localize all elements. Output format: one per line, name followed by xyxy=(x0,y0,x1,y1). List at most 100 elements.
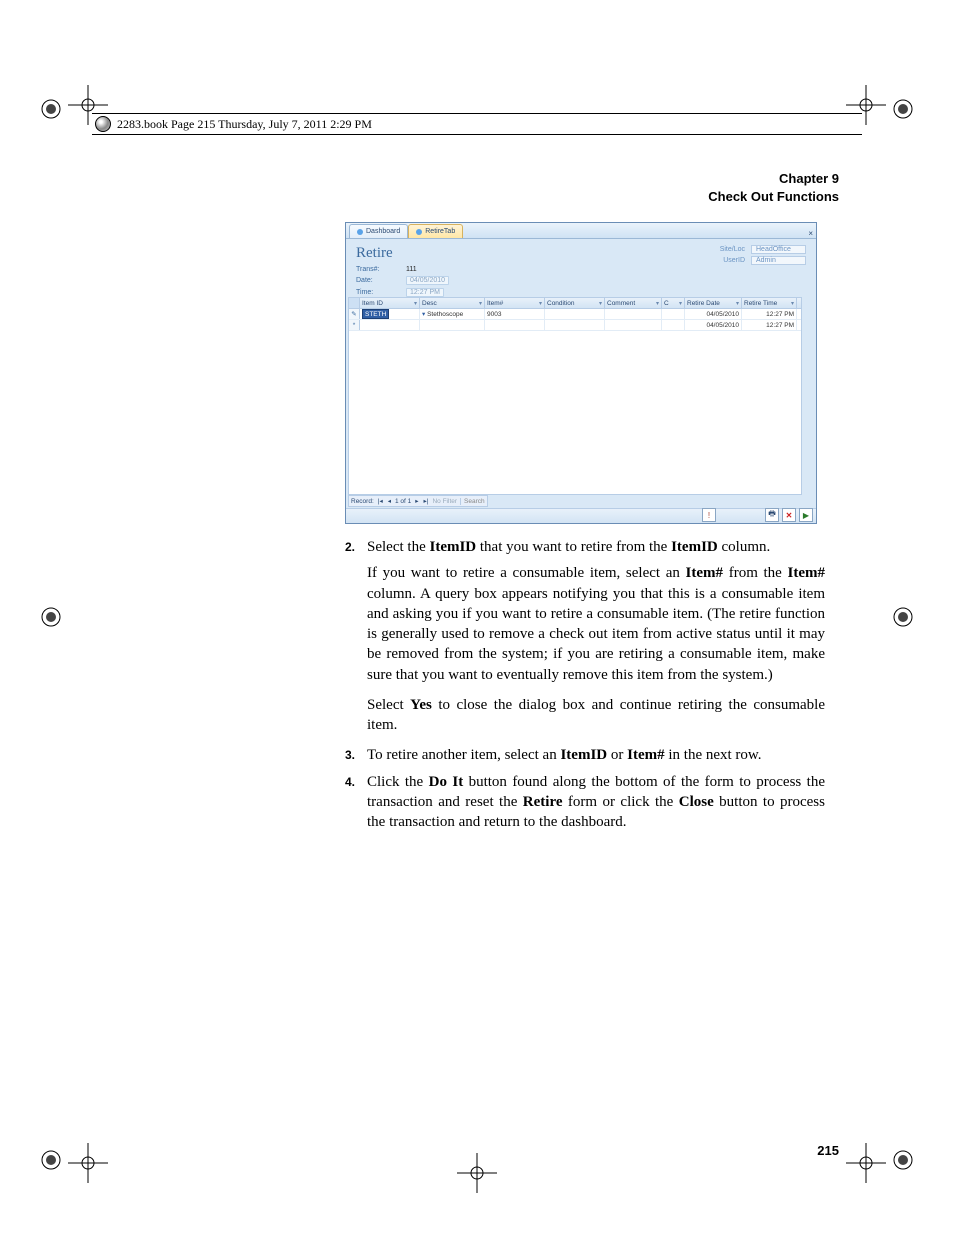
retire-fields: Trans#: 111 Date: 04/05/2010 Time: 12:27… xyxy=(356,266,449,297)
col-comment[interactable]: Comment▾ xyxy=(605,298,662,308)
footer-bar xyxy=(346,508,816,523)
nav-next-icon[interactable]: ▸ xyxy=(414,497,419,505)
cell-retire-time[interactable]: 12:27 PM xyxy=(742,320,797,330)
grid-row[interactable]: ✎ STETH ▾ Stethoscope 9003 04/05/2010 12… xyxy=(349,309,801,320)
col-retire-time[interactable]: Retire Time▾ xyxy=(742,298,797,308)
retire-form-screenshot: Dashboard RetireTab × Retire Trans#: 111… xyxy=(345,222,817,524)
tab-bar: Dashboard RetireTab × xyxy=(346,223,816,239)
registration-left-mid xyxy=(40,606,62,628)
col-condition[interactable]: Condition▾ xyxy=(545,298,605,308)
sort-icon: ▾ xyxy=(679,300,682,307)
step-2-para-3: Select Yes to close the dialog box and c… xyxy=(367,695,825,736)
close-icon[interactable]: ✕ xyxy=(782,508,796,522)
tab-dot-icon xyxy=(357,229,363,235)
tab-label: RetireTab xyxy=(425,228,455,235)
form-title: Retire xyxy=(356,245,449,262)
userid-value[interactable]: Admin xyxy=(751,256,806,265)
tab-label: Dashboard xyxy=(366,228,400,235)
right-links: Site/Loc HeadOffice UserID Admin xyxy=(720,245,806,300)
cell-itemid[interactable] xyxy=(360,320,420,330)
sort-icon: ▾ xyxy=(791,300,794,307)
instruction-content: 2. Select the ItemID that you want to re… xyxy=(345,537,825,838)
sort-icon: ▾ xyxy=(539,300,542,307)
registration-right-mid xyxy=(892,606,914,628)
time-value[interactable]: 12:27 PM xyxy=(406,288,444,297)
record-position: 1 of 1 xyxy=(395,498,411,505)
cell-retire-date[interactable]: 04/05/2010 xyxy=(685,309,742,319)
row-selector-icon[interactable]: ✎ xyxy=(349,309,360,319)
col-desc[interactable]: Desc▾ xyxy=(420,298,485,308)
doit-icon[interactable]: ▶ xyxy=(799,508,813,522)
sort-icon: ▾ xyxy=(656,300,659,307)
alert-icon[interactable]: ! xyxy=(702,508,716,522)
sort-icon: ▾ xyxy=(414,300,417,307)
print-icon[interactable]: 🖶 xyxy=(765,508,779,522)
registration-left-top xyxy=(40,98,62,120)
row-selector-icon[interactable]: * xyxy=(349,320,360,330)
cell-comment[interactable] xyxy=(605,320,662,330)
tab-dashboard[interactable]: Dashboard xyxy=(349,224,408,238)
nav-prev-icon[interactable]: ◂ xyxy=(387,497,392,505)
nav-search[interactable]: Search xyxy=(460,498,485,505)
action-icons: 🖶 ✕ ▶ xyxy=(765,508,813,522)
col-itemid[interactable]: Item ID▾ xyxy=(360,298,420,308)
grid-selector-header[interactable] xyxy=(349,298,360,308)
cell-retire-time[interactable]: 12:27 PM xyxy=(742,309,797,319)
registration-right-bot xyxy=(892,1149,914,1171)
siteloc-value[interactable]: HeadOffice xyxy=(751,245,806,254)
step-number: 2. xyxy=(345,539,355,555)
running-head-text: 2283.book Page 215 Thursday, July 7, 201… xyxy=(117,117,372,132)
running-head: 2283.book Page 215 Thursday, July 7, 201… xyxy=(92,113,862,135)
step-number: 4. xyxy=(345,774,355,790)
date-value[interactable]: 04/05/2010 xyxy=(406,276,449,285)
registration-left-bot xyxy=(40,1149,62,1171)
cell-condition[interactable] xyxy=(545,320,605,330)
grid-row[interactable]: * 04/05/2010 12:27 PM xyxy=(349,320,801,331)
crop-mark-br xyxy=(846,1143,886,1183)
trans-value: 111 xyxy=(406,266,417,273)
book-orb-icon xyxy=(95,116,111,132)
cell-condition[interactable] xyxy=(545,309,605,319)
trans-label: Trans#: xyxy=(356,266,396,273)
col-retire-date[interactable]: Retire Date▾ xyxy=(685,298,742,308)
tab-dot-icon xyxy=(416,229,422,235)
record-navigator[interactable]: Record: |◂ ◂ 1 of 1 ▸ ▸| No Filter Searc… xyxy=(348,495,488,507)
cell-itemno[interactable]: 9003 xyxy=(485,309,545,319)
record-label: Record: xyxy=(351,498,374,505)
step-2-para-2: If you want to retire a consumable item,… xyxy=(367,563,825,685)
sort-icon: ▾ xyxy=(599,300,602,307)
crop-mark-bl xyxy=(68,1143,108,1183)
cell-desc[interactable] xyxy=(420,320,485,330)
col-cov[interactable]: C▾ xyxy=(662,298,685,308)
step-3: 3. To retire another item, select an Ite… xyxy=(345,745,825,765)
time-label: Time: xyxy=(356,289,396,296)
cell-comment[interactable] xyxy=(605,309,662,319)
retire-header: Retire Trans#: 111 Date: 04/05/2010 Time… xyxy=(346,239,816,304)
cell-itemno[interactable] xyxy=(485,320,545,330)
registration-right-top xyxy=(892,98,914,120)
chapter-title: Check Out Functions xyxy=(708,188,839,206)
cell-cov[interactable] xyxy=(662,320,685,330)
retire-grid: Item ID▾ Desc▾ Item#▾ Condition▾ Comment… xyxy=(348,297,802,495)
cell-retire-date[interactable]: 04/05/2010 xyxy=(685,320,742,330)
sort-icon: ▾ xyxy=(736,300,739,307)
step-number: 3. xyxy=(345,747,355,763)
nav-nofilter[interactable]: No Filter xyxy=(432,498,457,505)
siteloc-label: Site/Loc xyxy=(720,246,745,253)
cell-cov[interactable] xyxy=(662,309,685,319)
nav-first-icon[interactable]: |◂ xyxy=(377,497,384,505)
col-itemno[interactable]: Item#▾ xyxy=(485,298,545,308)
chapter-number: Chapter 9 xyxy=(708,170,839,188)
cell-desc[interactable]: ▾ Stethoscope xyxy=(420,309,485,319)
step-2: 2. Select the ItemID that you want to re… xyxy=(345,537,825,735)
step-4: 4. Click the Do It button found along th… xyxy=(345,772,825,833)
tabs-close-icon[interactable]: × xyxy=(808,229,813,238)
grid-header-row: Item ID▾ Desc▾ Item#▾ Condition▾ Comment… xyxy=(349,298,801,309)
userid-label: UserID xyxy=(723,257,745,264)
page-number: 215 xyxy=(817,1143,839,1158)
cell-itemid[interactable]: STETH xyxy=(360,309,420,319)
tab-retire[interactable]: RetireTab xyxy=(408,224,463,238)
crop-mark-bc xyxy=(457,1153,497,1193)
date-label: Date: xyxy=(356,277,396,284)
nav-last-icon[interactable]: ▸| xyxy=(423,497,430,505)
